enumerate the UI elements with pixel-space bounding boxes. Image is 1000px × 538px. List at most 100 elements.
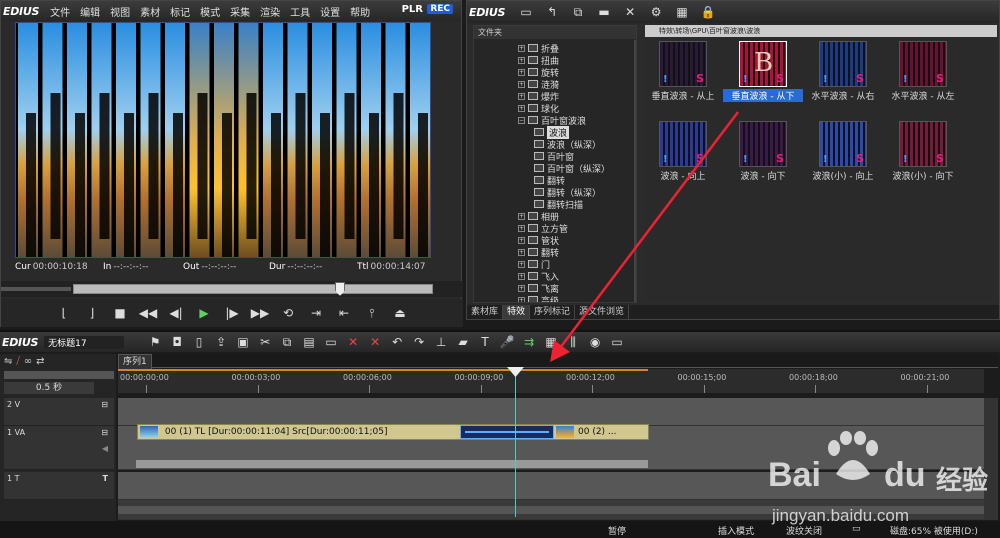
menu-view[interactable]: 视图 [105,4,135,19]
tab-effects[interactable]: 特效 [503,305,531,319]
menu-file[interactable]: 文件 [45,4,75,19]
link-icon[interactable]: ∞ [24,356,32,368]
set-out-icon[interactable]: ⌋ [81,303,103,323]
timeline-clip[interactable]: 00 (1) TL [Dur:00:00:11:04] Src[Dur:00:0… [137,424,649,440]
ripple-delete-icon[interactable]: ✕ [364,332,386,352]
track-visible-icon[interactable]: ⊟ [101,400,108,409]
delete-clip-icon[interactable]: ✕ [342,332,364,352]
undo-icon[interactable]: ↶ [386,332,408,352]
expand-toggle-icon[interactable]: + [518,284,525,292]
copy-icon[interactable]: ⧉ [567,2,589,22]
insert-to-timeline-icon[interactable]: ⇥ [305,303,327,323]
player-scrub-bar[interactable] [1,281,463,297]
menu-help[interactable]: 帮助 [345,4,375,19]
grid-view-icon[interactable]: ▦ [671,2,693,22]
expand-toggle-icon[interactable]: − [518,116,525,124]
expand-toggle-icon[interactable]: + [518,236,525,244]
title-icon[interactable]: T [474,332,496,352]
copy-icon[interactable]: ⧉ [276,332,298,352]
view-mode-icon[interactable]: ▬ [593,2,615,22]
expand-toggle-icon[interactable]: + [518,80,525,88]
expand-toggle-icon[interactable]: + [518,296,525,302]
rec-mode-button[interactable]: REC [427,4,453,14]
folder-item[interactable]: + 旋转 [518,66,559,79]
new-sequence-icon[interactable]: ▯ [188,332,210,352]
menu-edit[interactable]: 编辑 [75,4,105,19]
expand-toggle-icon[interactable]: + [518,260,525,268]
folder-icon[interactable]: ▭ [515,2,537,22]
paste-icon[interactable]: ▤ [298,332,320,352]
replace-icon[interactable]: ▭ [320,332,342,352]
track-header-2v[interactable]: 2 V ⊟ [4,398,114,426]
folder-item[interactable]: + 爆炸 [518,90,559,103]
delete-icon[interactable]: ✕ [619,2,641,22]
open-icon[interactable]: ⇪ [210,332,232,352]
speaker-icon[interactable]: ◀ [102,444,108,453]
folder-item[interactable]: + 扭曲 [518,54,559,67]
tab-sequence-1[interactable]: 序列1 [118,354,152,370]
track-header-1t[interactable]: 1 T T [4,472,114,500]
tab-bin[interactable]: 素材库 [467,305,504,319]
play-icon[interactable]: ▶ [193,303,215,323]
zoom-slider[interactable] [4,371,114,379]
status-insert-mode[interactable]: 插入模式 [718,524,754,537]
rewind-icon[interactable]: ◀◀ [137,303,159,323]
expand-toggle-icon[interactable]: + [518,212,525,220]
expand-toggle-icon[interactable]: + [518,92,525,100]
mode-icon[interactable]: ⚑ [144,332,166,352]
track-visible-icon[interactable]: ⊟ [101,428,108,437]
split-icon[interactable]: ⫯ [361,303,383,323]
menu-settings[interactable]: 设置 [315,4,345,19]
folder-item[interactable]: + 涟漪 [518,78,559,91]
effect-thumbnail[interactable]: ! S [819,121,867,167]
expand-toggle-icon[interactable]: + [518,44,525,52]
save-icon[interactable]: ▣ [232,332,254,352]
sync-icon[interactable]: ⧸ [16,356,19,368]
output-icon[interactable]: ⏏ [389,303,411,323]
camera-icon[interactable]: ◘ [166,332,188,352]
group-icon[interactable]: ⇄ [36,356,44,368]
set-in-icon[interactable]: ⌊ [53,303,75,323]
menu-capture[interactable]: 采集 [225,4,255,19]
add-cut-icon[interactable]: ⊥ [430,332,452,352]
expand-toggle-icon[interactable]: + [518,56,525,64]
redo-icon[interactable]: ↷ [408,332,430,352]
scrub-track[interactable] [73,284,433,294]
menu-render[interactable]: 渲染 [255,4,285,19]
menu-tools[interactable]: 工具 [285,4,315,19]
step-back-icon[interactable]: ◀| [165,303,187,323]
expand-toggle-icon[interactable]: + [518,248,525,256]
stop-icon[interactable]: ■ [109,303,131,323]
effect-thumbnail[interactable]: ! S [899,121,947,167]
expand-toggle-icon[interactable]: + [518,68,525,76]
loop-icon[interactable]: ⟲ [277,303,299,323]
overwrite-to-timeline-icon[interactable]: ⇤ [333,303,355,323]
transition-block[interactable] [460,425,554,439]
expand-toggle-icon[interactable]: + [518,104,525,112]
expand-toggle-icon[interactable]: + [518,272,525,280]
plr-mode-button[interactable]: PLR [402,4,423,15]
expand-toggle-icon[interactable]: + [518,224,525,232]
fast-forward-icon[interactable]: ▶▶ [249,303,271,323]
lock-icon[interactable]: 🔒 [697,2,719,22]
track-2v[interactable] [118,398,984,426]
effect-thumbnail[interactable]: ! S [659,41,707,87]
track-mode-icon[interactable]: ⇋ [4,356,12,368]
menu-clip[interactable]: 素材 [135,4,165,19]
track-header-1va[interactable]: 1 VA ⊟ ◀ [4,426,114,470]
zoom-level[interactable]: 0.5 秒 [4,382,94,394]
menu-marker[interactable]: 标记 [165,4,195,19]
export-icon[interactable]: ⇉ [518,332,540,352]
microphone-icon[interactable]: 🎤 [496,332,518,352]
render-icon[interactable]: ▰ [452,332,474,352]
timeline-ruler[interactable]: 00:00:00;00 00:00:03;00 00:00:06;00 00:00:0… [118,369,984,393]
up-folder-icon[interactable]: ↰ [541,2,563,22]
properties-icon[interactable]: ⚙ [645,2,667,22]
effect-thumbnail[interactable]: ! S [819,41,867,87]
menu-mode[interactable]: 模式 [195,4,225,19]
cut-icon[interactable]: ✂ [254,332,276,352]
effect-thumbnail[interactable]: B! S [739,41,787,87]
folder-item[interactable]: + 折叠 [518,42,559,55]
step-forward-icon[interactable]: |▶ [221,303,243,323]
playhead-line[interactable] [515,367,516,517]
